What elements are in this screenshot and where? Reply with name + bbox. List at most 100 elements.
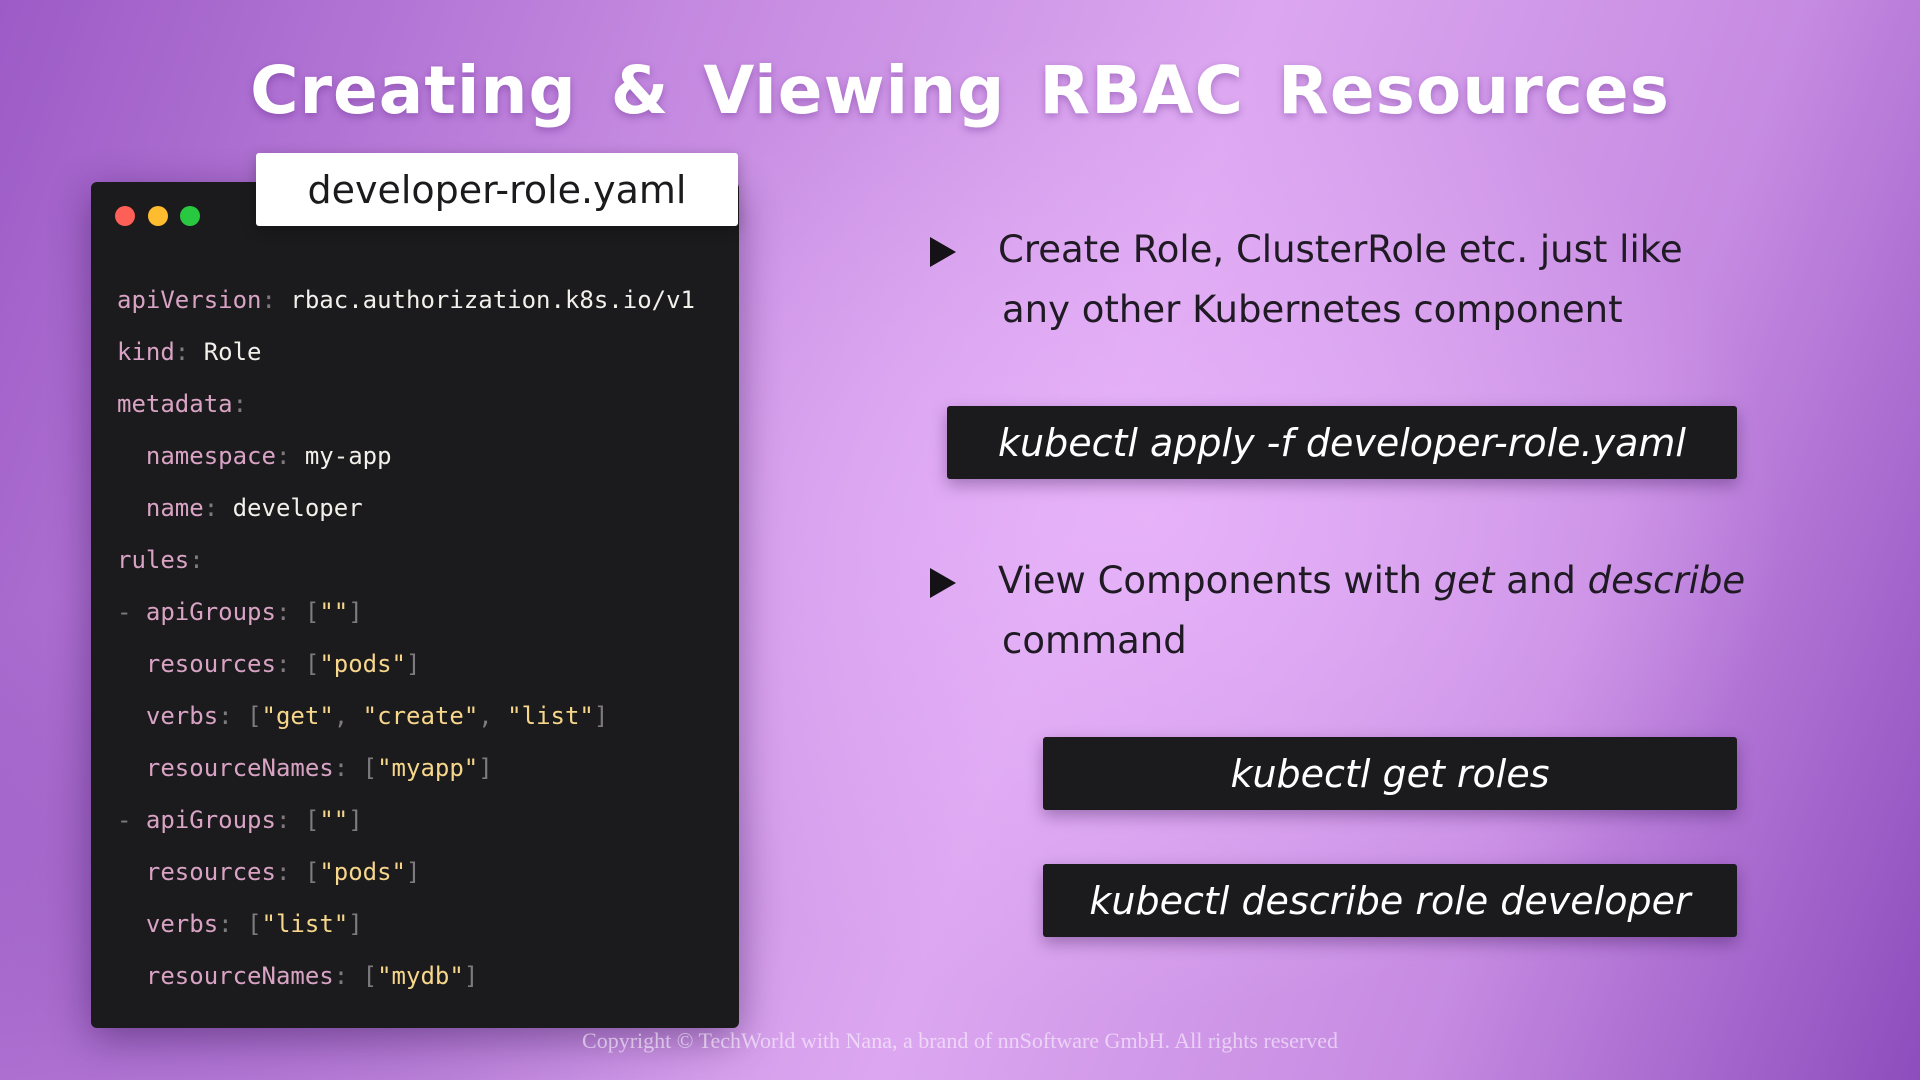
yaml-bracket: ] — [348, 598, 363, 626]
yaml-code-block: apiVersion: rbac.authorization.k8s.io/v1… — [117, 274, 695, 1002]
bullet-middle: and — [1494, 559, 1588, 602]
yaml-bracket: ] — [348, 806, 363, 834]
yaml-key: name — [145, 494, 204, 522]
bullet-view-components: View Components with get and describe co… — [930, 551, 1750, 681]
yaml-string: "pods" — [319, 650, 407, 678]
yaml-colon: : — [275, 598, 305, 626]
yaml-comma: , — [333, 702, 363, 730]
yaml-key: apiGroups — [145, 598, 276, 626]
yaml-key: resourceNames — [145, 962, 334, 990]
file-name-tab: developer-role.yaml — [256, 153, 738, 226]
code-line: - apiGroups: [""] — [117, 794, 695, 846]
slide-title: Creating & Viewing RBAC Resources — [250, 52, 1670, 129]
yaml-bracket: [ — [304, 650, 320, 678]
yaml-string: "" — [319, 598, 349, 626]
code-line: rules: — [117, 534, 695, 586]
code-line: name: developer — [117, 482, 695, 534]
code-line: namespace: my-app — [117, 430, 695, 482]
bullet-prefix: View Components with — [998, 559, 1434, 602]
code-line: resources: ["pods"] — [117, 846, 695, 898]
bullet-line: any other Kubernetes component — [1002, 288, 1623, 331]
yaml-key: resourceNames — [145, 754, 334, 782]
bullet-line: command — [1002, 619, 1187, 662]
code-editor-window: apiVersion: rbac.authorization.k8s.io/v1… — [91, 182, 739, 1028]
bullet-line: View Components with get and describe — [998, 551, 1758, 611]
yaml-list-dash: - — [117, 806, 146, 834]
play-triangle-icon — [930, 237, 956, 267]
yaml-bracket: [ — [304, 858, 320, 886]
code-line: resourceNames: ["myapp"] — [117, 742, 695, 794]
yaml-bracket: ] — [348, 910, 363, 938]
yaml-bracket: [ — [304, 598, 320, 626]
yaml-key: metadata — [117, 390, 233, 418]
code-line: metadata: — [117, 378, 695, 430]
yaml-bracket: [ — [247, 910, 262, 938]
yaml-key: resources — [145, 858, 276, 886]
yaml-key: apiVersion — [117, 286, 262, 314]
yaml-string: "get" — [261, 702, 334, 730]
bullet-create-roles: Create Role, ClusterRole etc. just like … — [930, 220, 1750, 350]
code-line: apiVersion: rbac.authorization.k8s.io/v1 — [117, 274, 695, 326]
yaml-string: "list" — [507, 702, 594, 730]
kubectl-describe-role-command: kubectl describe role developer — [1043, 864, 1737, 937]
yaml-colon: : — [275, 650, 305, 678]
yaml-key: resources — [145, 650, 276, 678]
bullet-text: View Components with get and describe co… — [998, 551, 1758, 671]
yaml-bracket: ] — [406, 650, 421, 678]
yaml-key: verbs — [145, 702, 219, 730]
yaml-list-dash: - — [117, 598, 146, 626]
yaml-value: rbac.authorization.k8s.io/v1 — [290, 286, 695, 314]
yaml-colon: : — [261, 286, 291, 314]
minimize-window-icon[interactable] — [148, 206, 168, 226]
bullet-text: Create Role, ClusterRole etc. just like … — [998, 220, 1758, 340]
bullet-line: Create Role, ClusterRole etc. just like — [998, 228, 1683, 271]
maximize-window-icon[interactable] — [180, 206, 200, 226]
yaml-bracket: ] — [463, 962, 479, 990]
code-line: - apiGroups: [""] — [117, 586, 695, 638]
yaml-string: "" — [319, 806, 349, 834]
code-line: resources: ["pods"] — [117, 638, 695, 690]
yaml-bracket: [ — [362, 754, 378, 782]
yaml-string: "myapp" — [377, 754, 479, 782]
yaml-comma: , — [478, 702, 508, 730]
yaml-value: developer — [232, 494, 363, 522]
yaml-key: kind — [117, 338, 175, 366]
yaml-colon: : — [203, 494, 233, 522]
yaml-key: rules — [117, 546, 190, 574]
yaml-string: "list" — [261, 910, 349, 938]
yaml-string: "mydb" — [377, 962, 464, 990]
play-triangle-icon — [930, 568, 956, 598]
yaml-colon: : — [333, 962, 363, 990]
yaml-string: "pods" — [319, 858, 407, 886]
yaml-colon: : — [232, 390, 262, 418]
code-line: resourceNames: ["mydb"] — [117, 950, 695, 1002]
yaml-colon: : — [218, 702, 248, 730]
yaml-colon: : — [333, 754, 363, 782]
yaml-value: Role — [203, 338, 262, 366]
yaml-string: "create" — [362, 702, 479, 730]
yaml-value: my-app — [304, 442, 392, 470]
emphasis-get: get — [1433, 559, 1495, 602]
yaml-bracket: [ — [247, 702, 262, 730]
yaml-bracket: [ — [362, 962, 378, 990]
yaml-key: verbs — [145, 910, 219, 938]
yaml-key: namespace — [145, 442, 276, 470]
emphasis-describe: describe — [1587, 559, 1746, 602]
yaml-bracket: ] — [478, 754, 493, 782]
yaml-colon: : — [189, 546, 219, 574]
yaml-bracket: [ — [304, 806, 320, 834]
kubectl-get-roles-command: kubectl get roles — [1043, 737, 1737, 810]
yaml-colon: : — [275, 858, 305, 886]
close-window-icon[interactable] — [115, 206, 135, 226]
yaml-bracket: ] — [593, 702, 609, 730]
yaml-colon: : — [275, 806, 305, 834]
yaml-colon: : — [275, 442, 305, 470]
